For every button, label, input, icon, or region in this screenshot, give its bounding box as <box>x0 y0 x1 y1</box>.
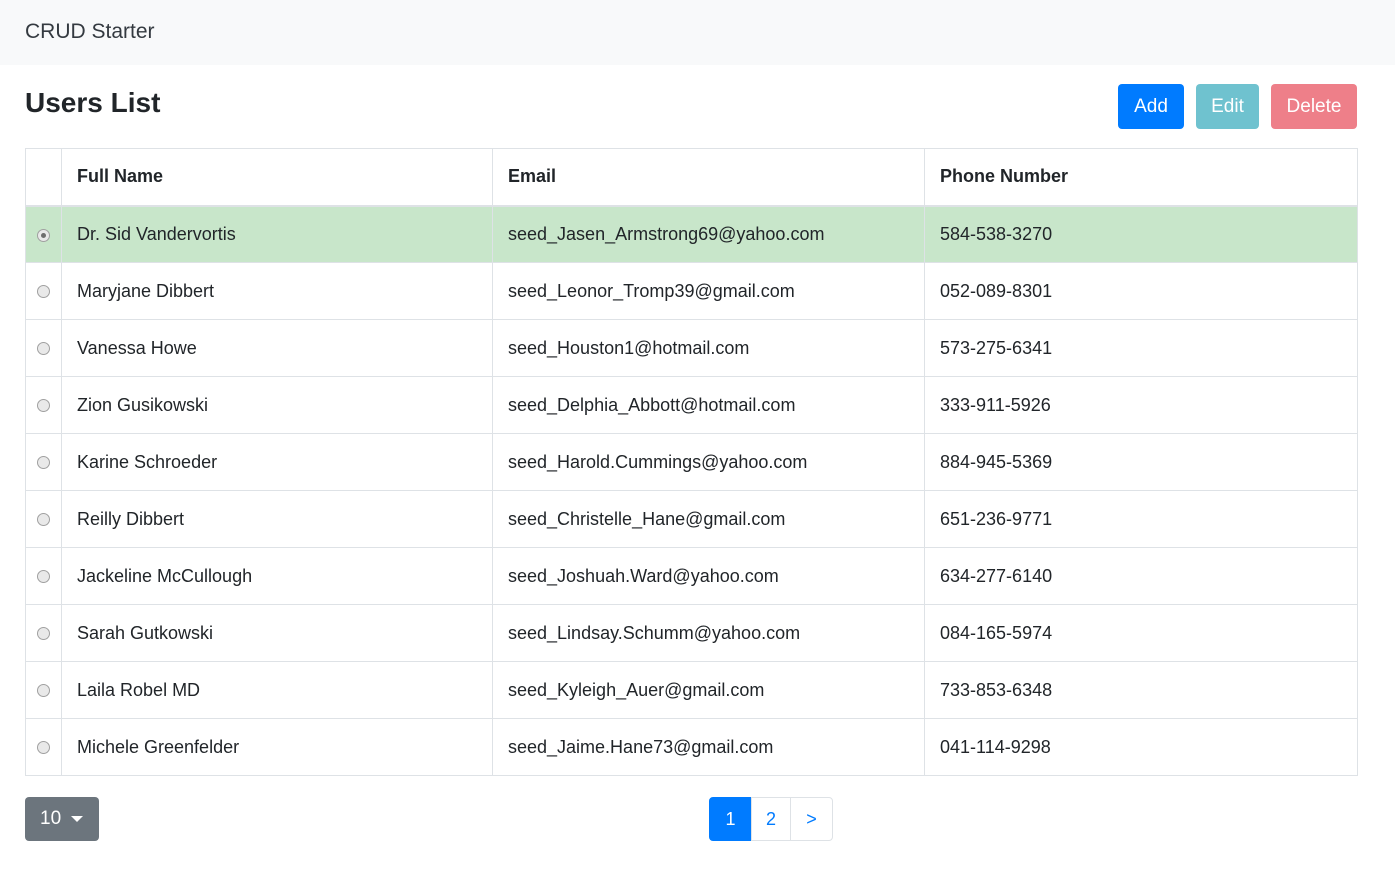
row-radio-button[interactable] <box>37 513 50 527</box>
table-row[interactable]: Reilly Dibbert seed_Christelle_Hane@gmail… <box>25 490 1358 548</box>
row-radio-button[interactable] <box>37 399 50 413</box>
row-select-cell[interactable] <box>25 661 62 719</box>
cell-email: seed_Christelle_Hane@gmail.com <box>492 490 925 548</box>
cell-full-name: Dr. Sid Vandervortis <box>61 205 493 263</box>
page-size-value: 10 <box>40 808 62 829</box>
row-radio-button[interactable] <box>37 741 50 755</box>
cell-full-name: Laila Robel MD <box>61 661 493 719</box>
table-row[interactable]: Sarah Gutkowski seed_Lindsay.Schumm@yahoo… <box>25 604 1358 662</box>
cell-email: seed_Kyleigh_Auer@gmail.com <box>492 661 925 719</box>
header-full-name: Full Name <box>61 148 493 207</box>
cell-email: seed_Jaime.Hane73@gmail.com <box>492 718 925 776</box>
header-email: Email <box>492 148 925 207</box>
cell-email: seed_Joshuah.Ward@yahoo.com <box>492 547 925 605</box>
row-select-cell[interactable] <box>25 205 62 263</box>
row-select-cell[interactable] <box>25 604 62 662</box>
row-radio-button[interactable] <box>37 627 50 641</box>
cell-full-name: Vanessa Howe <box>61 319 493 377</box>
table-row[interactable]: Zion Gusikowski seed_Delphia_Abbott@hotma… <box>25 376 1358 434</box>
page-link-2[interactable]: 2 <box>751 797 791 841</box>
row-select-cell[interactable] <box>25 490 62 548</box>
row-radio-button[interactable] <box>37 456 50 470</box>
row-select-cell[interactable] <box>25 433 62 491</box>
cell-email: seed_Jasen_Armstrong69@yahoo.com <box>492 205 925 263</box>
page-link-1[interactable]: 1 <box>709 797 752 841</box>
cell-email: seed_Leonor_Tromp39@gmail.com <box>492 262 925 320</box>
table-row[interactable]: Michele Greenfelder seed_Jaime.Hane73@gma… <box>25 718 1358 776</box>
page-title: Users List <box>25 87 161 118</box>
table-row[interactable]: Laila Robel MD seed_Kyleigh_Auer@gmail.co… <box>25 661 1358 719</box>
pagination: 1 2 > <box>709 797 833 841</box>
row-radio-button[interactable] <box>37 228 50 242</box>
row-select-cell[interactable] <box>25 718 62 776</box>
table-header-row: Full Name Email Phone Number <box>25 148 1358 207</box>
cell-full-name: Michele Greenfelder <box>61 718 493 776</box>
cell-full-name: Jackeline McCullough <box>61 547 493 605</box>
next-page-button[interactable]: > <box>790 797 833 841</box>
cell-phone-number: 634-277-6140 <box>924 547 1358 605</box>
table-row[interactable]: Dr. Sid Vandervortis seed_Jasen_Armstrong… <box>25 205 1358 263</box>
row-radio-button[interactable] <box>37 684 50 698</box>
cell-phone-number: 041-114-9298 <box>924 718 1358 776</box>
row-radio-button[interactable] <box>37 570 50 584</box>
cell-phone-number: 084-165-5974 <box>924 604 1358 662</box>
cell-email: seed_Lindsay.Schumm@yahoo.com <box>492 604 925 662</box>
cell-phone-number: 651-236-9771 <box>924 490 1358 548</box>
cell-email: seed_Delphia_Abbott@hotmail.com <box>492 376 925 434</box>
row-select-cell[interactable] <box>25 262 62 320</box>
cell-phone-number: 052-089-8301 <box>924 262 1358 320</box>
navbar: CRUD Starter <box>0 0 1395 65</box>
users-table: Full Name Email Phone Number Dr. Sid Van… <box>25 148 1358 776</box>
edit-button[interactable]: Edit <box>1196 84 1259 129</box>
page-size-dropdown[interactable]: 10 <box>25 797 99 841</box>
delete-button[interactable]: Delete <box>1271 84 1357 129</box>
table-row[interactable]: Karine Schroeder seed_Harold.Cummings@yah… <box>25 433 1358 491</box>
row-radio-button[interactable] <box>37 342 50 356</box>
cell-full-name: Sarah Gutkowski <box>61 604 493 662</box>
row-select-cell[interactable] <box>25 376 62 434</box>
header-select <box>25 148 62 207</box>
cell-email: seed_Harold.Cummings@yahoo.com <box>492 433 925 491</box>
header-phone-number: Phone Number <box>924 148 1358 207</box>
cell-email: seed_Houston1@hotmail.com <box>492 319 925 377</box>
table-row[interactable]: Maryjane Dibbert seed_Leonor_Tromp39@gmai… <box>25 262 1358 320</box>
cell-phone-number: 884-945-5369 <box>924 433 1358 491</box>
add-button[interactable]: Add <box>1118 84 1184 129</box>
cell-full-name: Reilly Dibbert <box>61 490 493 548</box>
cell-full-name: Zion Gusikowski <box>61 376 493 434</box>
row-radio-button[interactable] <box>37 285 50 299</box>
row-select-cell[interactable] <box>25 319 62 377</box>
table-row[interactable]: Jackeline McCullough seed_Joshuah.Ward@ya… <box>25 547 1358 605</box>
cell-phone-number: 733-853-6348 <box>924 661 1358 719</box>
cell-phone-number: 333-911-5926 <box>924 376 1358 434</box>
cell-full-name: Maryjane Dibbert <box>61 262 493 320</box>
cell-phone-number: 573-275-6341 <box>924 319 1358 377</box>
row-select-cell[interactable] <box>25 547 62 605</box>
cell-phone-number: 584-538-3270 <box>924 205 1358 263</box>
navbar-brand[interactable]: CRUD Starter <box>25 20 155 44</box>
table-row[interactable]: Vanessa Howe seed_Houston1@hotmail.com 573… <box>25 319 1358 377</box>
caret-down-icon <box>71 816 84 822</box>
cell-full-name: Karine Schroeder <box>61 433 493 491</box>
